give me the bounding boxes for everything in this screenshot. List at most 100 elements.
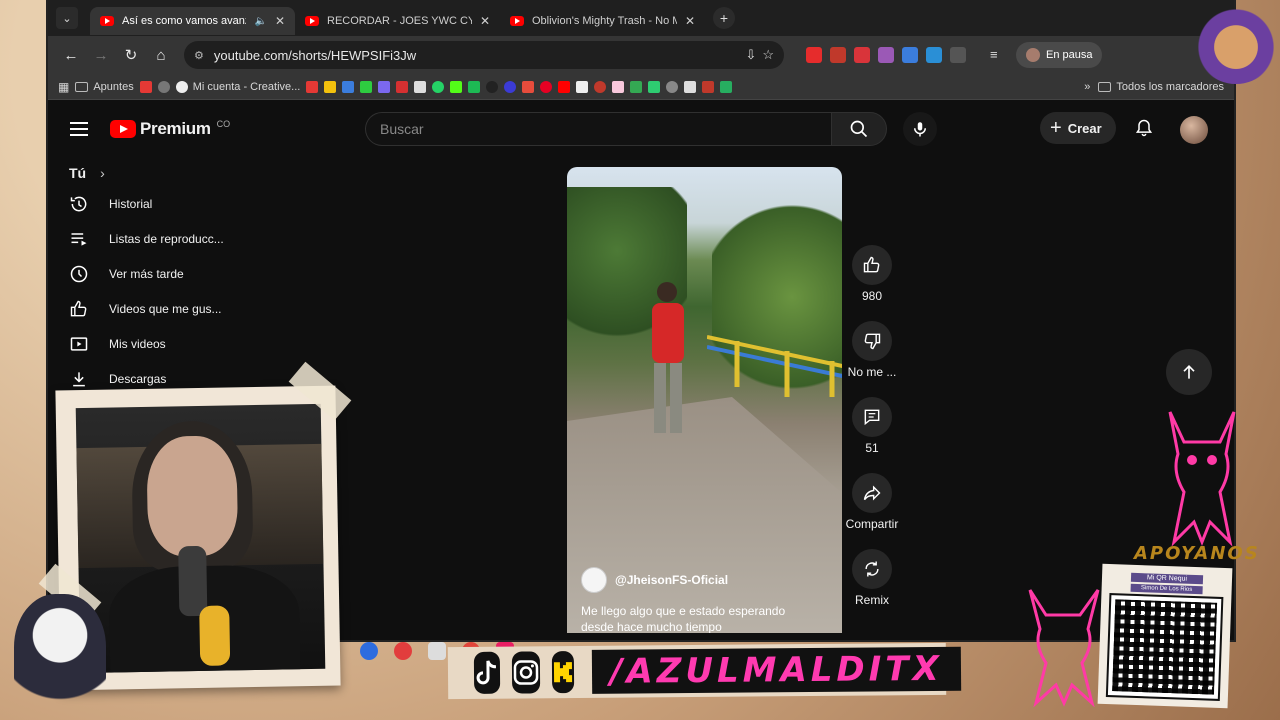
comment-icon	[864, 409, 880, 426]
bookmark-icon[interactable]	[684, 80, 697, 93]
bookmark-icon[interactable]	[139, 80, 152, 93]
bookmark-icon[interactable]	[468, 80, 481, 93]
account-avatar[interactable]	[1180, 116, 1208, 144]
sidebar-item-liked-videos[interactable]: Videos que me gus...	[48, 291, 268, 326]
bookmark-icon[interactable]	[396, 80, 409, 93]
tiktok-icon	[473, 651, 501, 694]
create-button[interactable]: + Crear	[1040, 112, 1116, 144]
close-tab-icon[interactable]: ✕	[275, 14, 285, 28]
bookmark-icon[interactable]	[414, 80, 427, 93]
bookmark-icon[interactable]	[504, 80, 517, 93]
section-title: Tú	[69, 165, 87, 181]
bookmark-mi-cuenta[interactable]: Mi cuenta - Creative...	[175, 80, 300, 93]
bookmark-icon[interactable]	[378, 80, 391, 93]
arrow-up-icon	[1183, 364, 1195, 379]
tab-search-button[interactable]: ⌄	[56, 7, 78, 29]
more-bookmarks-icon[interactable]: »	[1084, 81, 1090, 93]
back-button[interactable]: ←	[56, 40, 86, 70]
bookmark-icon[interactable]	[666, 80, 679, 93]
audio-icon[interactable]: 🔈	[254, 16, 266, 27]
taskbar-app-icon[interactable]	[428, 642, 446, 660]
site-info-icon[interactable]: ⚙	[194, 49, 204, 62]
bookmark-icon[interactable]	[360, 80, 373, 93]
devil-sticker	[1028, 589, 1100, 707]
search-input[interactable]	[365, 112, 831, 146]
bookmark-icon[interactable]	[720, 80, 733, 93]
voice-search-button[interactable]	[903, 112, 937, 146]
adblock-icon[interactable]	[854, 47, 870, 63]
apps-icon[interactable]: ▦	[58, 80, 69, 94]
install-app-icon[interactable]: ⇩	[745, 47, 756, 63]
tab-1[interactable]: Así es como vamos avanzan 🔈 ✕	[90, 7, 295, 35]
sidebar-item-my-videos[interactable]: Mis videos	[48, 326, 268, 361]
close-tab-icon[interactable]: ✕	[685, 14, 695, 28]
whatsapp-icon[interactable]	[432, 80, 445, 93]
kick-icon	[551, 651, 575, 694]
sidebar-item-label: Descargas	[109, 371, 167, 386]
bookmark-icon[interactable]	[157, 80, 170, 93]
bookmark-icon[interactable]	[486, 80, 499, 93]
extension-icon[interactable]	[830, 47, 846, 63]
menu-icon[interactable]	[70, 122, 88, 136]
search-button[interactable]	[831, 112, 887, 146]
qr-title: Mi QR Nequi	[1130, 572, 1204, 585]
translate-icon[interactable]	[902, 47, 918, 63]
reading-list-icon[interactable]: ≡	[990, 47, 1006, 63]
bookmark-icon[interactable]	[324, 80, 337, 93]
short-channel[interactable]: @JheisonFS-Oficial	[581, 567, 728, 593]
close-tab-icon[interactable]: ✕	[480, 14, 490, 28]
all-bookmarks-folder[interactable]: Todos los marcadores	[1098, 81, 1224, 93]
bookmark-icon[interactable]	[594, 80, 607, 93]
bookmark-star-icon[interactable]: ☆	[762, 47, 774, 63]
taskbar-app-icon[interactable]	[360, 642, 378, 660]
channel-avatar[interactable]	[581, 567, 607, 593]
dislike-button[interactable]	[852, 321, 892, 361]
bookmark-apuntes[interactable]: Apuntes	[75, 80, 134, 93]
tab-3[interactable]: Oblivion's Mighty Trash - No M ✕	[500, 7, 705, 35]
bookmark-icon[interactable]	[522, 80, 535, 93]
sidebar-section-you[interactable]: Tú ›	[48, 160, 268, 186]
pinterest-icon[interactable]	[540, 80, 553, 93]
bookmark-icon[interactable]	[306, 80, 319, 93]
home-button[interactable]: ⌂	[146, 40, 176, 70]
creative-icon	[175, 80, 188, 93]
short-video-player[interactable]: @JheisonFS-Oficial Me llego algo que e e…	[567, 167, 842, 633]
sidebar-item-historial[interactable]: Historial	[48, 186, 268, 221]
youtube-premium-logo[interactable]: Premium CO	[110, 119, 230, 139]
extension-icon[interactable]	[878, 47, 894, 63]
sidebar-item-playlists[interactable]: Listas de reproducc...	[48, 221, 268, 256]
like-button[interactable]	[852, 245, 892, 285]
youtube-bookmark-icon[interactable]	[558, 80, 571, 93]
previous-short-button[interactable]	[1166, 349, 1212, 395]
extension-icon[interactable]	[806, 47, 822, 63]
bookmark-icon[interactable]	[576, 80, 589, 93]
puzzle-icon[interactable]	[950, 47, 966, 63]
youtube-favicon-icon	[305, 16, 319, 26]
youtube-favicon-icon	[510, 16, 524, 26]
new-tab-button[interactable]: +	[713, 7, 735, 29]
bookmark-icon[interactable]	[342, 80, 355, 93]
dislike-label: No me ...	[847, 365, 897, 379]
remix-button[interactable]	[852, 549, 892, 589]
tab-2[interactable]: RECORDAR - JOES YWC CYPHE ✕	[295, 7, 500, 35]
bookmark-icon[interactable]	[612, 80, 625, 93]
bookmark-icon[interactable]	[648, 80, 661, 93]
share-button[interactable]	[852, 473, 892, 513]
bookmark-label: Apuntes	[93, 80, 134, 93]
youtube-logo-icon	[110, 120, 136, 138]
forward-button[interactable]: →	[86, 40, 116, 70]
chevron-right-icon: ›	[100, 165, 105, 181]
extension-icon[interactable]	[926, 47, 942, 63]
channel-name[interactable]: @JheisonFS-Oficial	[615, 573, 728, 587]
bookmark-icon[interactable]	[702, 80, 715, 93]
bookmark-icon[interactable]	[630, 80, 643, 93]
sidebar-item-watch-later[interactable]: Ver más tarde	[48, 256, 268, 291]
kick-icon[interactable]	[450, 80, 463, 93]
reload-button[interactable]: ↻	[116, 40, 146, 70]
profile-button[interactable]: En pausa	[1016, 42, 1103, 68]
address-bar[interactable]: ⚙ youtube.com/shorts/HEWPSIFi3Jw ⇩ ☆	[184, 41, 784, 69]
taskbar-app-icon[interactable]	[394, 642, 412, 660]
notifications-bell-icon[interactable]	[1134, 118, 1154, 138]
comments-button[interactable]	[852, 397, 892, 437]
youtube-header: Premium CO + Crear	[48, 100, 1234, 158]
